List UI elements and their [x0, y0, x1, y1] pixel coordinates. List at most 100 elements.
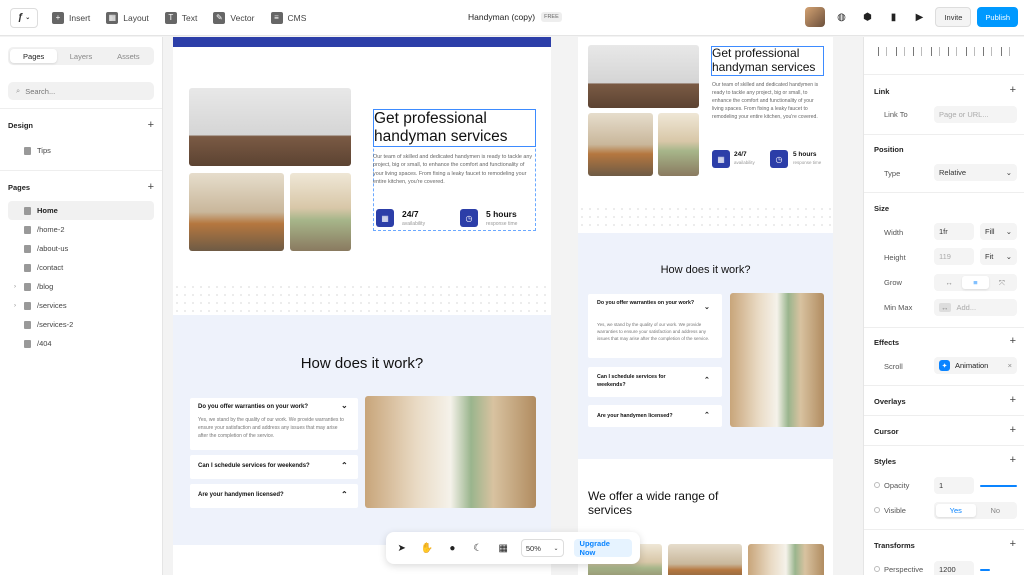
service-image[interactable]: [668, 544, 742, 575]
page-item-home[interactable]: Home: [8, 201, 154, 220]
canvas-toolbar: ➤ ✋ ● ☾ ▦ 50% ⌄ Upgrade Now: [386, 532, 640, 564]
hero-image-lounge[interactable]: [290, 173, 351, 251]
hand-icon[interactable]: ✋: [419, 540, 434, 556]
hero-paragraph[interactable]: Our team of skilled and dedicated handym…: [712, 82, 824, 121]
page-item-about-us[interactable]: /about-us: [8, 239, 154, 258]
chevron-right-icon[interactable]: ›: [14, 284, 16, 290]
tablet-frame[interactable]: Get professional handyman services Our t…: [578, 37, 833, 575]
hero-image-room[interactable]: [588, 45, 699, 108]
align-center-h-icon[interactable]: [895, 47, 905, 56]
desktop-frame[interactable]: Get professional handyman services Our t…: [173, 37, 551, 575]
framer-menu-button[interactable]: ƒ ⌄: [10, 7, 38, 28]
hero-heading[interactable]: Get professional handyman services: [711, 46, 824, 76]
scroll-animation-field[interactable]: ✦ Animation ×: [934, 357, 1017, 374]
kitchen-image[interactable]: [730, 293, 824, 427]
link-to-input[interactable]: Page or URL...: [934, 106, 1017, 123]
add-design-icon[interactable]: +: [148, 119, 154, 131]
comment-icon[interactable]: ●: [445, 540, 460, 556]
add-style-icon[interactable]: +: [1010, 454, 1016, 466]
add-overlay-icon[interactable]: +: [1010, 394, 1016, 406]
page-item-blog[interactable]: ›/blog: [8, 277, 154, 296]
avatar[interactable]: [805, 7, 826, 27]
hero-image-living[interactable]: [189, 173, 284, 251]
tab-layers[interactable]: Layers: [57, 49, 104, 63]
services-title[interactable]: We offer a wide range of services: [588, 489, 738, 518]
height-input[interactable]: 119: [934, 248, 974, 265]
insert-button[interactable]: + Insert: [52, 11, 90, 24]
tab-pages[interactable]: Pages: [10, 49, 58, 63]
distribute-v-icon[interactable]: [1000, 47, 1010, 56]
canvas[interactable]: Get professional handyman services Our t…: [164, 37, 862, 575]
distribute-h-icon[interactable]: [983, 47, 993, 56]
layout-button[interactable]: ▦ Layout: [106, 11, 149, 24]
grow-horizontal-icon[interactable]: ↔: [936, 276, 962, 289]
vector-button[interactable]: ✎ Vector: [213, 11, 255, 24]
how-title[interactable]: How does it work?: [173, 355, 551, 372]
hero-image-room[interactable]: [189, 88, 351, 166]
add-page-icon[interactable]: +: [148, 181, 154, 193]
hero-image-lounge[interactable]: [658, 113, 699, 176]
grow-vertical-icon[interactable]: ≡: [962, 276, 989, 289]
minmax-input[interactable]: ↔ Add...: [934, 299, 1017, 316]
analytics-icon[interactable]: ▮: [883, 7, 903, 27]
settings-icon[interactable]: ⬢: [857, 7, 877, 27]
chevron-up-icon[interactable]: ⌃: [704, 376, 710, 384]
search-input[interactable]: [25, 86, 126, 96]
add-link-icon[interactable]: +: [1010, 84, 1016, 96]
page-item-home-2[interactable]: /home-2: [8, 220, 154, 239]
align-bottom-icon[interactable]: [965, 47, 975, 56]
right-panel: Link + Link To Page or URL... Position T…: [863, 37, 1024, 575]
cursor-icon[interactable]: ➤: [394, 540, 409, 556]
cms-button[interactable]: ≡ CMS: [270, 11, 306, 24]
design-item-tips[interactable]: Tips: [8, 141, 154, 160]
tab-assets[interactable]: Assets: [105, 49, 152, 63]
moon-icon[interactable]: ☾: [470, 540, 485, 556]
chevron-up-icon[interactable]: ⌃: [341, 461, 348, 470]
upgrade-button[interactable]: Upgrade Now: [573, 539, 632, 557]
search-box[interactable]: ⌕: [8, 82, 154, 100]
publish-button[interactable]: Publish: [977, 7, 1018, 27]
perspective-input[interactable]: 1200: [934, 561, 974, 575]
chevron-down-icon[interactable]: ⌄: [704, 303, 710, 311]
align-left-icon[interactable]: [878, 47, 887, 56]
grow-both-icon[interactable]: ⤧: [989, 276, 1015, 289]
play-icon[interactable]: ▶: [909, 7, 929, 27]
hero-heading[interactable]: Get professional handyman services: [373, 109, 536, 147]
position-type-select[interactable]: Relative ⌄: [934, 164, 1017, 181]
chevron-down-icon[interactable]: ⌄: [341, 401, 348, 410]
align-top-icon[interactable]: [930, 47, 940, 56]
page-item-services[interactable]: ›/services: [8, 296, 154, 315]
service-image[interactable]: [748, 544, 824, 575]
height-mode-select[interactable]: Fit ⌄: [980, 248, 1017, 265]
page-item-services-2[interactable]: /services-2: [8, 315, 154, 334]
opacity-slider[interactable]: [980, 485, 1017, 487]
width-input[interactable]: 1fr: [934, 223, 974, 240]
hero-paragraph[interactable]: Our team of skilled and dedicated handym…: [373, 153, 536, 187]
align-right-icon[interactable]: [913, 47, 923, 56]
document-title[interactable]: Handyman (copy) FREE: [468, 12, 562, 22]
globe-icon[interactable]: ◍: [831, 7, 851, 27]
perspective-slider[interactable]: [980, 569, 990, 571]
visible-no-option[interactable]: No: [976, 504, 1016, 517]
zoom-select[interactable]: 50% ⌄: [520, 539, 564, 557]
add-cursor-icon[interactable]: +: [1010, 424, 1016, 436]
page-item-contact[interactable]: /contact: [8, 258, 154, 277]
close-icon[interactable]: ×: [1008, 361, 1012, 370]
chevron-up-icon[interactable]: ⌃: [704, 411, 710, 419]
kitchen-image[interactable]: [365, 396, 536, 508]
hero-image-living[interactable]: [588, 113, 653, 176]
chevron-up-icon[interactable]: ⌃: [341, 490, 348, 499]
align-center-v-icon[interactable]: [948, 47, 958, 56]
page-item-404[interactable]: /404: [8, 334, 154, 353]
text-button[interactable]: T Text: [164, 11, 197, 24]
invite-button[interactable]: Invite: [935, 7, 972, 27]
chevron-right-icon[interactable]: ›: [14, 303, 16, 309]
page-icon: [24, 225, 31, 234]
width-mode-select[interactable]: Fill ⌄: [980, 223, 1017, 240]
how-title[interactable]: How does it work?: [578, 264, 833, 277]
add-transform-icon[interactable]: +: [1010, 538, 1016, 550]
grid-icon[interactable]: ▦: [496, 540, 511, 556]
add-effect-icon[interactable]: +: [1010, 335, 1016, 347]
opacity-input[interactable]: 1: [934, 477, 974, 494]
visible-yes-option[interactable]: Yes: [936, 504, 976, 517]
